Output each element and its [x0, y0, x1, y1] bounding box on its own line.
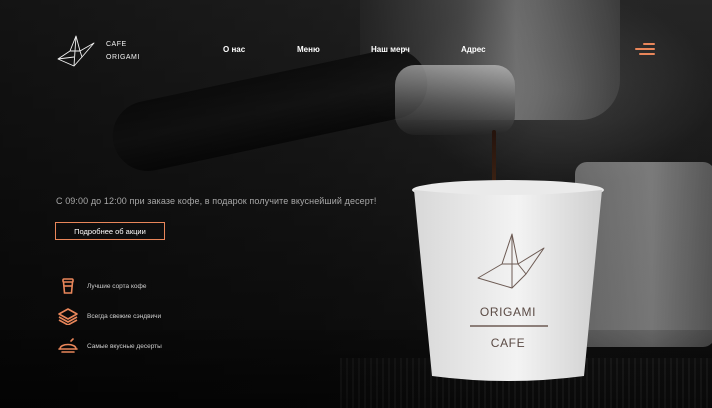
promo-details-button[interactable]: Подробнее об акции: [55, 222, 165, 240]
sandwich-icon: [57, 306, 79, 326]
cup-text-origami: ORIGAMI: [479, 305, 537, 319]
feature-item-coffee: Лучшие сорта кофе: [57, 276, 146, 296]
feature-item-sandwich: Всегда свежие сэндвичи: [57, 306, 161, 326]
nav-merch[interactable]: Наш мерч: [371, 45, 410, 54]
cup-shape: [412, 180, 604, 381]
main-nav: О нас Меню Наш мерч Адрес: [0, 45, 712, 57]
menu-bar-top: [643, 43, 655, 45]
nav-address[interactable]: Адрес: [461, 45, 486, 54]
dessert-icon: [57, 336, 79, 356]
hero-section: CAFE ORIGAMI О нас Меню Наш мерч Адрес С…: [0, 0, 712, 408]
promo-text: С 09:00 до 12:00 при заказе кофе, в пода…: [56, 196, 377, 206]
feature-item-dessert: Самые вкусные десерты: [57, 336, 162, 356]
menu-bar-middle: [635, 48, 655, 50]
menu-bar-bottom: [639, 53, 655, 55]
hamburger-menu-icon[interactable]: [631, 43, 655, 57]
nav-about[interactable]: О нас: [223, 45, 245, 54]
cup-text-cafe: CAFE: [490, 336, 526, 350]
feature-label: Всегда свежие сэндвичи: [87, 312, 162, 320]
nav-menu[interactable]: Меню: [297, 45, 320, 54]
feature-label: Лучшие сорта кофе: [87, 282, 147, 290]
feature-label: Самые вкусные десерты: [87, 342, 162, 350]
coffee-cup-icon: [57, 276, 79, 296]
origami-paper-cup: ORIGAMI CAFE: [410, 178, 606, 383]
